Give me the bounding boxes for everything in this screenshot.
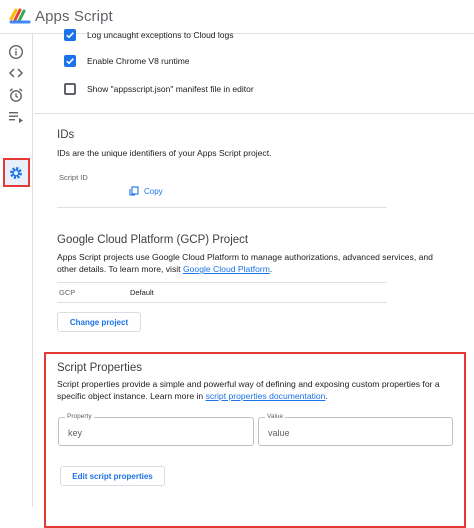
sidebar-item-triggers[interactable] bbox=[6, 85, 26, 105]
sidebar-item-executions[interactable] bbox=[6, 107, 26, 127]
gcp-description-text: other details. To learn more, visit bbox=[57, 264, 183, 274]
script-properties-docs-link[interactable]: script properties documentation bbox=[206, 391, 326, 401]
checkbox-show-manifest[interactable]: Show "appsscript.json" manifest file in … bbox=[64, 81, 254, 97]
checkbox[interactable] bbox=[64, 29, 76, 41]
gcp-description-line2: other details. To learn more, visit Goog… bbox=[57, 263, 433, 275]
sidebar-item-overview[interactable] bbox=[6, 42, 26, 62]
app-title: Apps Script bbox=[35, 8, 113, 25]
checkbox-chrome-v8[interactable]: Enable Chrome V8 runtime bbox=[64, 53, 190, 69]
property-value-field[interactable]: Value bbox=[258, 413, 453, 446]
apps-script-logo bbox=[9, 8, 31, 24]
script-properties-description-text: specific object instance. Learn more in bbox=[57, 391, 206, 401]
checkbox-label: Log uncaught exceptions to Cloud logs bbox=[87, 30, 234, 40]
row-divider bbox=[57, 282, 387, 283]
copy-label: Copy bbox=[144, 186, 163, 196]
gcp-value: Default bbox=[130, 288, 154, 297]
code-icon bbox=[8, 68, 24, 78]
property-key-input[interactable] bbox=[59, 418, 253, 445]
gcp-description-line1: Apps Script projects use Google Cloud Pl… bbox=[57, 252, 433, 262]
property-key-field[interactable]: Property bbox=[58, 413, 254, 446]
gcp-section-title: Google Cloud Platform (GCP) Project bbox=[57, 234, 249, 246]
playlist-icon bbox=[9, 112, 23, 123]
gear-icon bbox=[10, 167, 22, 179]
row-divider bbox=[57, 302, 387, 303]
checkbox[interactable] bbox=[64, 55, 76, 67]
copy-icon bbox=[129, 186, 139, 196]
section-divider bbox=[34, 113, 474, 114]
sidebar-item-editor[interactable] bbox=[6, 63, 26, 83]
sidebar-item-settings[interactable] bbox=[6, 163, 26, 183]
gcp-description: Apps Script projects use Google Cloud Pl… bbox=[57, 251, 433, 275]
script-properties-description-line1: Script properties provide a simple and p… bbox=[57, 379, 440, 389]
sidebar bbox=[0, 34, 33, 507]
checkbox-label: Show "appsscript.json" manifest file in … bbox=[87, 84, 254, 94]
ids-description: IDs are the unique identifiers of your A… bbox=[57, 148, 272, 158]
checkbox-log-exceptions[interactable]: Log uncaught exceptions to Cloud logs bbox=[64, 27, 234, 43]
settings-panel: Log uncaught exceptions to Cloud logs En… bbox=[34, 29, 474, 528]
gcp-label: GCP bbox=[59, 288, 76, 297]
edit-script-properties-button[interactable]: Edit script properties bbox=[60, 466, 165, 486]
checkbox-label: Enable Chrome V8 runtime bbox=[87, 56, 190, 66]
script-id-label: Script ID bbox=[59, 173, 88, 182]
script-properties-description: Script properties provide a simple and p… bbox=[57, 378, 440, 402]
change-project-button[interactable]: Change project bbox=[57, 312, 141, 332]
ids-section-title: IDs bbox=[57, 129, 75, 141]
check-icon bbox=[66, 32, 74, 39]
checkbox[interactable] bbox=[64, 83, 76, 95]
script-properties-description-line2: specific object instance. Learn more in … bbox=[57, 390, 440, 402]
check-icon bbox=[66, 58, 74, 65]
alarm-clock-icon bbox=[9, 88, 23, 102]
gcp-link[interactable]: Google Cloud Platform bbox=[183, 264, 270, 274]
row-divider bbox=[57, 207, 387, 208]
copy-button[interactable]: Copy bbox=[129, 186, 163, 196]
info-icon bbox=[8, 44, 24, 60]
script-properties-title: Script Properties bbox=[57, 362, 143, 374]
gcp-description-end: . bbox=[269, 264, 273, 274]
property-value-input[interactable] bbox=[259, 418, 452, 445]
script-properties-description-end: . bbox=[325, 391, 328, 401]
